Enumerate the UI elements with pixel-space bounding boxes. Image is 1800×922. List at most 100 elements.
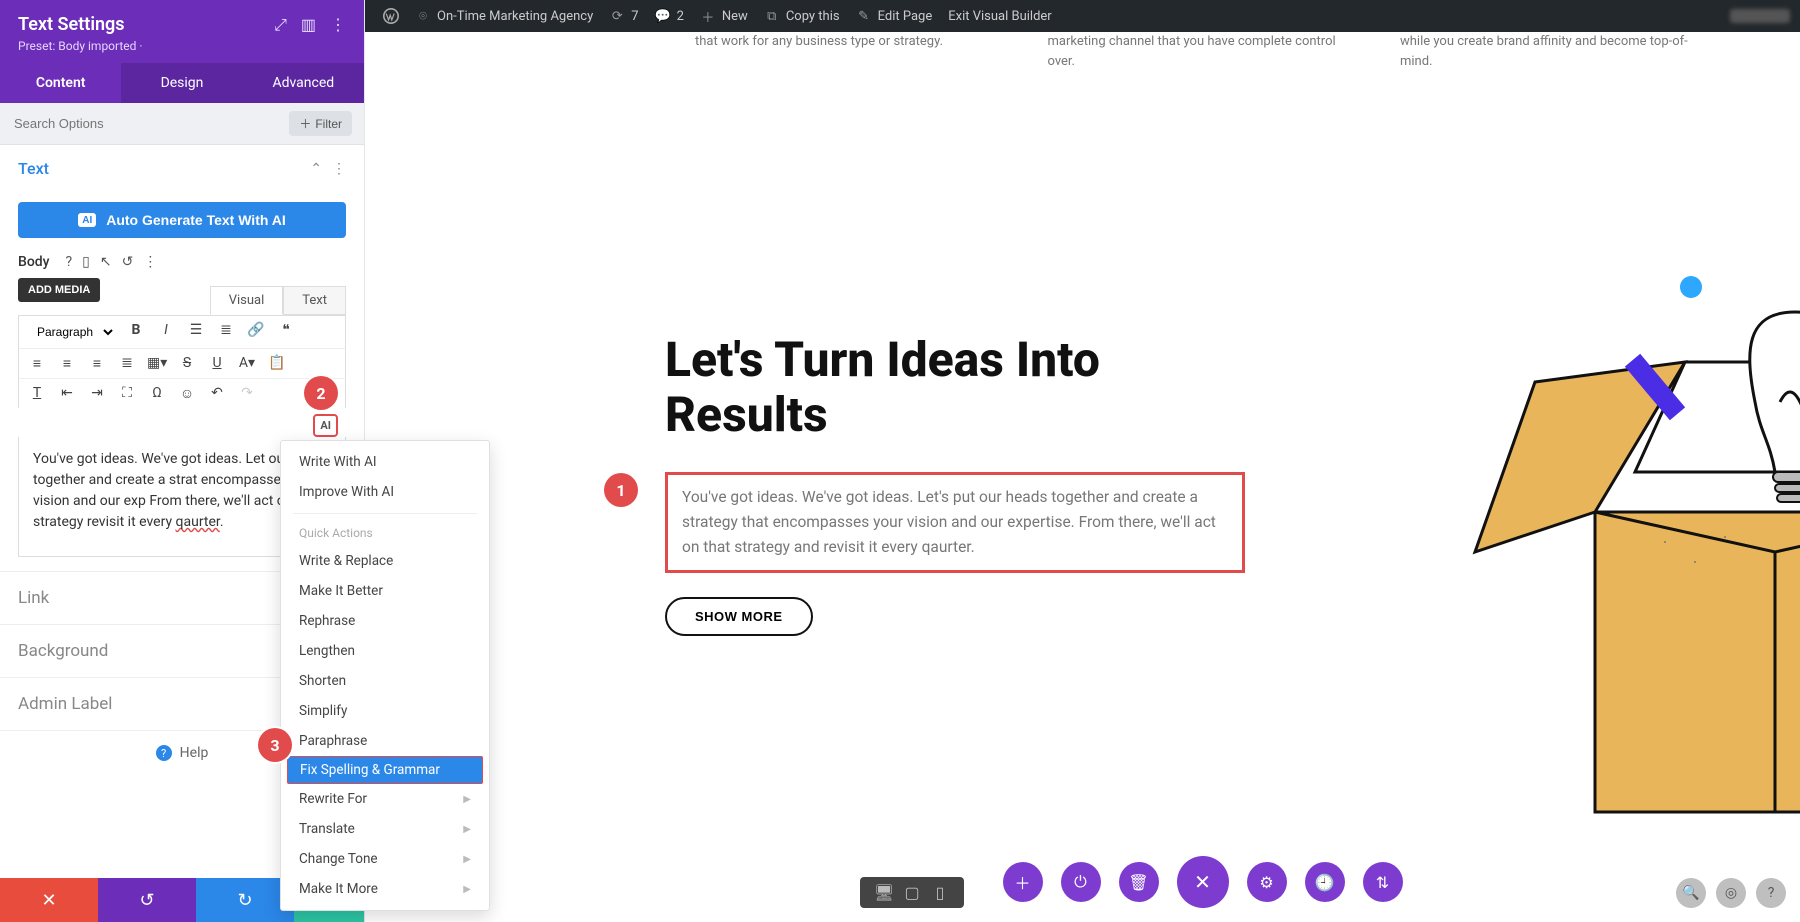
ai-more[interactable]: Make It More▶ — [281, 874, 489, 904]
site-name[interactable]: ⌾On-Time Marketing Agency — [407, 0, 601, 32]
underline-icon[interactable]: U — [207, 355, 227, 372]
expand-icon[interactable]: ⤢ — [274, 15, 287, 35]
tab-content[interactable]: Content — [0, 63, 121, 103]
ai-simplify[interactable]: Simplify — [281, 696, 489, 726]
align-justify-icon[interactable]: ≣ — [117, 355, 137, 372]
tablet-icon[interactable]: ▢ — [898, 883, 926, 902]
hover-icon[interactable]: ↖ — [100, 254, 112, 270]
ai-lengthen[interactable]: Lengthen — [281, 636, 489, 666]
comments[interactable]: 💬2 — [647, 0, 692, 32]
layers-round-icon[interactable]: ◎ — [1716, 878, 1746, 908]
settings-button[interactable]: ⚙ — [1247, 862, 1287, 902]
undo-icon[interactable]: ↶ — [207, 385, 227, 402]
editor-tab-text[interactable]: Text — [283, 286, 346, 315]
outdent-icon[interactable]: ⇤ — [57, 385, 77, 402]
edit-page[interactable]: ✎Edit Page — [848, 0, 941, 32]
bold-icon[interactable]: B — [126, 322, 146, 342]
desktop-icon[interactable]: 🖥 — [870, 883, 898, 902]
editor-typo: qaurter — [176, 514, 220, 530]
align-right-icon[interactable]: ≡ — [87, 355, 107, 372]
more-icon[interactable]: ⋮ — [330, 15, 346, 35]
editor-tab-visual[interactable]: Visual — [210, 286, 284, 315]
kebab-icon[interactable]: ⋮ — [332, 161, 346, 177]
exit-label: Exit Visual Builder — [948, 9, 1051, 24]
indent-icon[interactable]: ⇥ — [87, 385, 107, 402]
link-icon[interactable]: 🔗 — [246, 322, 266, 342]
strike-icon[interactable]: S — [177, 355, 197, 372]
ai-tone[interactable]: Change Tone▶ — [281, 844, 489, 874]
redo-icon[interactable]: ↷ — [237, 385, 257, 402]
table-icon[interactable]: ▦▾ — [147, 355, 167, 372]
tab-design[interactable]: Design — [121, 63, 242, 103]
align-left-icon[interactable]: ≡ — [27, 355, 47, 372]
tab-advanced[interactable]: Advanced — [243, 63, 364, 103]
hero-illustration — [1465, 252, 1800, 832]
close-button[interactable]: ✕ — [0, 878, 98, 922]
admin-bar: ⌾On-Time Marketing Agency ⟳7 💬2 ＋New ⧉Co… — [365, 0, 1800, 32]
clear-icon[interactable]: T — [27, 385, 47, 402]
trash-button[interactable]: 🗑 — [1119, 862, 1159, 902]
textcolor-icon[interactable]: A▾ — [237, 355, 257, 372]
copy-label: Copy this — [786, 9, 840, 24]
ai-paraphrase[interactable]: Paraphrase — [281, 726, 489, 756]
more-dots-icon[interactable]: ⋮ — [143, 254, 157, 270]
search-row: ＋Filter — [0, 103, 364, 145]
add-button[interactable]: ＋ — [1003, 862, 1043, 902]
ul-icon[interactable]: ☰ — [186, 322, 206, 342]
ai-replace[interactable]: Write & Replace — [281, 546, 489, 576]
text-section-header[interactable]: Text ⌃ ⋮ — [0, 145, 364, 192]
ai-fix-spelling[interactable]: Fix Spelling & Grammar — [287, 756, 483, 784]
help-round-icon[interactable]: ? — [1756, 878, 1786, 908]
exit-visual-builder[interactable]: Exit Visual Builder — [940, 0, 1059, 32]
auto-generate-ai-button[interactable]: AI Auto Generate Text With AI — [18, 202, 346, 238]
card-snippet-1: that work for any business type or strat… — [695, 32, 995, 71]
ol-icon[interactable]: ≣ — [216, 322, 236, 342]
new-label: New — [722, 9, 748, 24]
swap-button[interactable]: ⇅ — [1363, 862, 1403, 902]
wp-logo[interactable] — [375, 0, 407, 32]
preset-line[interactable]: Preset: Body imported · — [18, 39, 346, 53]
align-center-icon[interactable]: ≡ — [57, 355, 77, 372]
add-media-button[interactable]: ADD MEDIA — [18, 278, 100, 302]
ai-badge-icon: AI — [78, 213, 96, 227]
emoji-icon[interactable]: ☺ — [177, 385, 197, 402]
help-label: Help — [180, 745, 209, 761]
columns-icon[interactable]: ▥ — [301, 15, 316, 35]
help-icon[interactable]: ? — [66, 254, 73, 270]
paste-icon[interactable]: 📋 — [267, 355, 287, 372]
paragraph-select[interactable]: Paragraph — [27, 322, 116, 342]
reset-icon[interactable]: ↺ — [122, 254, 134, 270]
hero-paragraph[interactable]: You've got ideas. We've got ideas. Let's… — [665, 472, 1245, 572]
italic-icon[interactable]: I — [156, 322, 176, 342]
step-bubble-3: 3 — [258, 728, 292, 762]
ai-improve[interactable]: Improve With AI — [281, 477, 489, 507]
chevron-up-icon[interactable]: ⌃ — [310, 161, 322, 177]
history-button[interactable]: 🕘 — [1305, 862, 1345, 902]
ai-better[interactable]: Make It Better — [281, 576, 489, 606]
mobile-icon[interactable]: ▯ — [82, 254, 90, 270]
power-button[interactable]: ⏻ — [1061, 862, 1101, 902]
ai-shorten[interactable]: Shorten — [281, 666, 489, 696]
ai-translate[interactable]: Translate▶ — [281, 814, 489, 844]
ai-toolbar-icon[interactable]: AI — [313, 414, 338, 437]
copy-this[interactable]: ⧉Copy this — [756, 0, 848, 32]
new[interactable]: ＋New — [692, 0, 756, 32]
ai-rephrase[interactable]: Rephrase — [281, 606, 489, 636]
omega-icon[interactable]: Ω — [147, 385, 167, 402]
settings-tabs: Content Design Advanced — [0, 63, 364, 103]
search-round-icon[interactable]: 🔍 — [1676, 878, 1706, 908]
phone-icon[interactable]: ▯ — [926, 883, 954, 902]
ai-write[interactable]: Write With AI — [281, 447, 489, 477]
page-canvas: that work for any business type or strat… — [365, 32, 1800, 922]
ai-rewrite-for[interactable]: Rewrite For▶ — [281, 784, 489, 814]
filter-button[interactable]: ＋Filter — [289, 111, 352, 136]
show-more-button[interactable]: SHOW MORE — [665, 597, 813, 636]
close-builder-button[interactable]: ✕ — [1177, 856, 1229, 908]
quote-icon[interactable]: ❝ — [276, 322, 296, 342]
body-label: Body — [18, 254, 50, 270]
updates[interactable]: ⟳7 — [601, 0, 646, 32]
undo-button[interactable]: ↺ — [98, 878, 196, 922]
fullscreen-icon[interactable]: ⛶ — [117, 385, 137, 402]
search-input[interactable] — [12, 115, 289, 132]
ai-gen-label: Auto Generate Text With AI — [106, 212, 286, 228]
